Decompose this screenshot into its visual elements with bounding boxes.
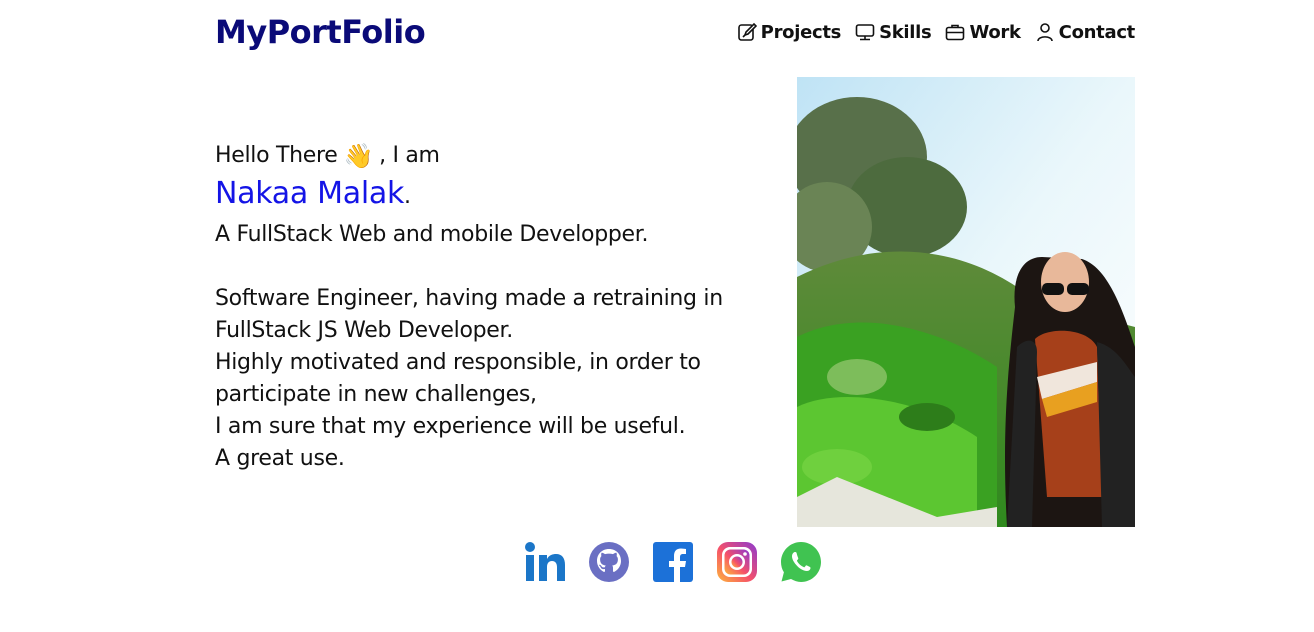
greeting-line: Hello There 👋 , I am	[215, 140, 755, 172]
site-logo[interactable]: MyPortFolio	[215, 13, 426, 51]
briefcase-icon	[946, 24, 965, 41]
person-icon	[1036, 23, 1053, 42]
linkedin-icon[interactable]	[524, 541, 566, 583]
greeting-text: Hello There	[215, 143, 338, 168]
profile-photo	[797, 77, 1135, 527]
instagram-icon[interactable]	[716, 541, 758, 583]
social-links	[524, 541, 822, 583]
whatsapp-icon[interactable]	[780, 541, 822, 583]
role-text: A FullStack Web and mobile Developper.	[215, 222, 649, 247]
bio-line: A great use.	[215, 446, 345, 471]
bio-line: Highly motivated and responsible, in ord…	[215, 350, 701, 375]
nav-item-work[interactable]: Work	[945, 21, 1021, 43]
nav-label: Projects	[760, 21, 842, 43]
waving-hand-icon: 👋	[343, 142, 374, 170]
main-nav: Projects Skills Work Contact	[737, 22, 1135, 43]
bio-line: I am sure that my experience will be use…	[215, 414, 686, 439]
nav-label: Contact	[1058, 21, 1136, 43]
developer-name: Nakaa Malak	[215, 176, 405, 211]
facebook-icon[interactable]	[652, 541, 694, 583]
site-header: MyPortFolio Projects Skills Work Contact	[215, 10, 1135, 54]
nav-item-projects[interactable]: Projects	[737, 22, 841, 43]
name-dot: .	[404, 184, 411, 209]
bio-line: FullStack JS Web Developer.	[215, 318, 513, 343]
monitor-icon	[855, 24, 875, 41]
bio-line: participate in new challenges,	[215, 382, 537, 407]
developer-name-line: Nakaa Malak.	[215, 172, 755, 219]
nav-label: Work	[969, 21, 1021, 43]
greeting-suffix: , I am	[379, 143, 440, 168]
intro-section: Hello There 👋 , I am Nakaa Malak. A Full…	[215, 140, 755, 475]
bio-line: Software Engineer, having made a retrain…	[215, 286, 723, 311]
github-icon[interactable]	[588, 541, 630, 583]
nav-item-contact[interactable]: Contact	[1035, 22, 1135, 43]
nav-item-skills[interactable]: Skills	[855, 21, 932, 43]
nav-label: Skills	[879, 21, 932, 43]
edit-icon	[737, 22, 757, 41]
